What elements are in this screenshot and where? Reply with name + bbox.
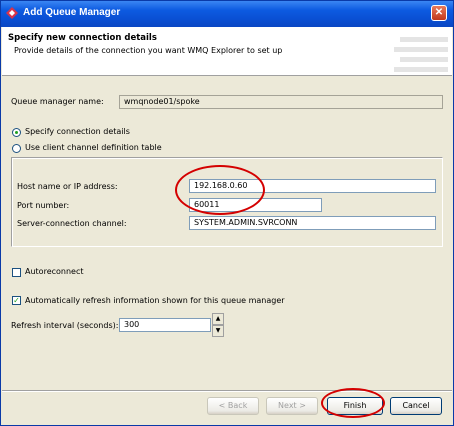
finish-button[interactable]: Finish (327, 397, 383, 415)
refresh-interval-label: Refresh interval (seconds): (11, 321, 119, 330)
header-banner-graphic (394, 47, 448, 52)
host-input[interactable]: 192.168.0.60 (189, 179, 436, 193)
window-title: Add Queue Manager (23, 7, 121, 18)
port-label: Port number: (17, 201, 70, 210)
header-banner-graphic (400, 57, 448, 62)
next-button[interactable]: Next > (266, 397, 318, 415)
auto-refresh-checkbox[interactable]: ✓ (12, 296, 21, 305)
specify-connection-label[interactable]: Specify connection details (25, 127, 130, 136)
close-icon[interactable]: ✕ (431, 5, 447, 21)
queue-manager-name-field: wmqnode01/spoke (119, 95, 443, 109)
page-subtitle: Provide details of the connection you wa… (14, 46, 283, 55)
spin-up-icon[interactable]: ▲ (212, 313, 224, 325)
header-banner-graphic (400, 37, 448, 42)
app-icon (6, 7, 18, 19)
back-button[interactable]: < Back (207, 397, 259, 415)
spin-down-icon[interactable]: ▼ (212, 325, 224, 337)
wizard-header: Specify new connection details Provide d… (2, 27, 452, 76)
autoreconnect-label[interactable]: Autoreconnect (25, 267, 84, 276)
server-connection-channel-input[interactable]: SYSTEM.ADMIN.SVRCONN (189, 216, 436, 230)
title-bar[interactable]: Add Queue Manager ✕ (1, 1, 453, 27)
specify-connection-radio[interactable] (12, 128, 21, 137)
client-channel-table-radio[interactable] (12, 144, 21, 153)
add-queue-manager-dialog: Add Queue Manager ✕ Specify new connecti… (0, 0, 454, 426)
refresh-interval-spinner: ▲ ▼ (212, 313, 224, 337)
autoreconnect-checkbox[interactable] (12, 268, 21, 277)
button-bar-separator (2, 390, 452, 392)
host-label: Host name or IP address: (17, 182, 118, 191)
page-title: Specify new connection details (8, 33, 157, 43)
client-channel-table-label[interactable]: Use client channel definition table (25, 143, 162, 152)
port-input[interactable]: 60011 (189, 198, 322, 212)
refresh-interval-input[interactable]: 300 (119, 318, 211, 332)
cancel-button[interactable]: Cancel (390, 397, 442, 415)
queue-manager-label: Queue manager name: (11, 97, 104, 106)
auto-refresh-label[interactable]: Automatically refresh information shown … (25, 296, 285, 305)
channel-label: Server-connection channel: (17, 219, 127, 228)
header-banner-graphic (394, 67, 448, 72)
